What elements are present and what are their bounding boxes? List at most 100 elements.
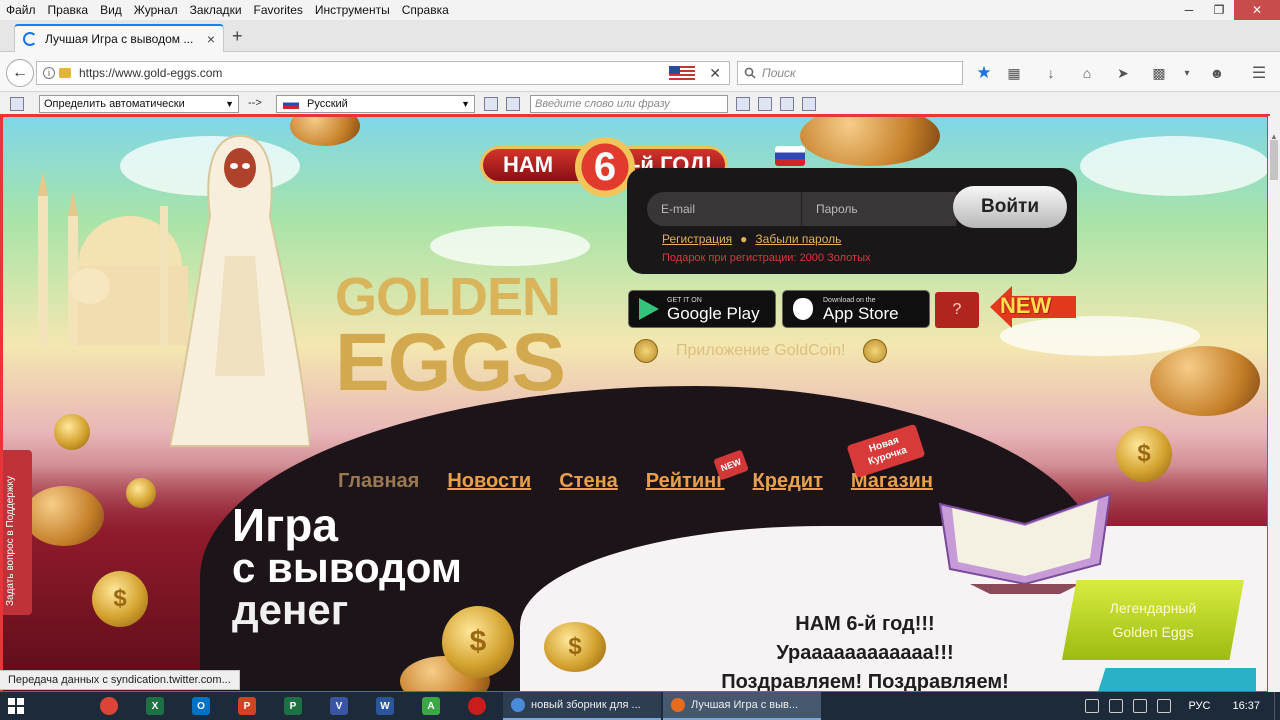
menu-file[interactable]: Файл (0, 0, 42, 20)
start-button[interactable] (8, 698, 24, 714)
hero-line-3: денег (232, 586, 349, 633)
minimize-button[interactable]: ─ (1174, 0, 1204, 20)
send-icon[interactable]: ➤ (1114, 64, 1132, 82)
chevron-down-icon: ▼ (225, 99, 234, 109)
gold-coin: $ (92, 571, 148, 627)
help-button[interactable]: ? (935, 292, 979, 328)
translate-input[interactable]: Введите слово или фразу (530, 95, 728, 113)
back-arrow-icon: ← (12, 64, 28, 81)
app-store-button[interactable]: Download on the App Store (782, 290, 930, 328)
app-icon[interactable]: A (422, 697, 440, 715)
us-flag-icon[interactable] (669, 66, 696, 80)
clear-url-icon[interactable]: ✕ (709, 65, 721, 82)
login-button[interactable]: Войти (953, 186, 1067, 228)
restore-button[interactable]: ❐ (1204, 0, 1234, 20)
bride-character (170, 134, 310, 447)
new-badge-text: NEW (1000, 293, 1052, 318)
visio-icon[interactable]: V (330, 697, 348, 715)
taskbar-window-1[interactable]: новый зборник для ... (503, 692, 661, 720)
show-desktop-button[interactable] (1274, 692, 1280, 720)
url-bar[interactable]: i https://www.gold-eggs.com ✕ (36, 61, 730, 85)
settings-icon[interactable] (780, 97, 794, 111)
tab-active[interactable]: Лучшая Игра с выводом ... × (14, 24, 224, 52)
menu-favorites[interactable]: Favorites (248, 0, 309, 20)
register-link[interactable]: Регистрация (662, 232, 732, 246)
password-field[interactable]: Пароль (802, 192, 957, 226)
word-icon[interactable]: W (376, 697, 394, 715)
nav-rating[interactable]: Рейтинг (646, 470, 725, 493)
goldcoin-promo[interactable]: Приложение GoldCoin! (634, 338, 888, 364)
google-play-button[interactable]: GET IT ON Google Play (628, 290, 776, 328)
menu-history[interactable]: Журнал (128, 0, 184, 20)
tab-bar: Лучшая Игра с выводом ... × + (0, 20, 1280, 52)
taskbar-window-2[interactable]: Лучшая Игра с выв... (663, 692, 821, 720)
chrome-icon[interactable] (100, 697, 118, 715)
target-language-select[interactable]: Русский ▼ (276, 95, 475, 113)
legend-line-2: Golden Eggs (1112, 624, 1194, 640)
nav-wall[interactable]: Стена (559, 470, 618, 493)
menu-bookmarks[interactable]: Закладки (184, 0, 248, 20)
outlook-icon[interactable]: O (192, 697, 210, 715)
url-text[interactable]: https://www.gold-eggs.com (79, 66, 669, 80)
nav-credit[interactable]: Кредит (753, 470, 823, 493)
keyboard-language[interactable]: РУС (1188, 700, 1210, 712)
scrollbar-track[interactable] (1268, 116, 1280, 692)
powerpoint-icon[interactable]: P (238, 697, 256, 715)
back-button[interactable]: ← (6, 59, 34, 87)
dictionary-icon[interactable] (506, 97, 520, 111)
email-field[interactable]: E-mail (647, 192, 802, 226)
opera-icon[interactable] (468, 697, 486, 715)
close-window-button[interactable]: ✕ (1234, 0, 1280, 20)
goldcoin-text: Приложение GoldCoin! (676, 342, 846, 359)
menu-icon[interactable]: ☰ (1250, 64, 1268, 82)
volume-icon[interactable] (1157, 699, 1172, 713)
search-bar[interactable]: Поиск (737, 61, 963, 85)
dropdown-icon[interactable]: ▾ (1178, 64, 1196, 82)
translator-logo-icon[interactable] (10, 97, 24, 111)
tab-close-icon[interactable]: × (207, 31, 215, 47)
firefox-icon (671, 698, 685, 712)
clipboard-icon[interactable] (758, 97, 772, 111)
star-icon[interactable]: ★ (975, 63, 993, 82)
excel-icon[interactable]: X (146, 697, 164, 715)
congrats-line-2: Ураааааааааааа!!! (776, 642, 954, 664)
scrollbar-thumb[interactable] (1270, 140, 1278, 180)
window-controls: ─ ❐ ✕ (1174, 0, 1280, 20)
cloud (430, 226, 590, 266)
gold-coin (126, 478, 156, 508)
menu-help[interactable]: Справка (396, 0, 455, 20)
target-language-value: Русский (307, 98, 348, 110)
menu-view[interactable]: Вид (94, 0, 128, 20)
options-icon[interactable] (802, 97, 816, 111)
nav-home[interactable]: Главная (338, 470, 419, 493)
teal-corner-badge[interactable] (1096, 668, 1256, 692)
hero-line-2: с выводом (232, 544, 462, 591)
tab-title: Лучшая Игра с выводом ... (45, 32, 194, 46)
avatar-icon[interactable]: ☻ (1208, 64, 1226, 82)
ru-flag-language-icon[interactable] (775, 146, 805, 166)
tray-app-icon[interactable] (1085, 699, 1100, 713)
extension-icon[interactable]: ▩ (1150, 64, 1168, 82)
new-tab-button[interactable]: + (232, 26, 243, 47)
clock[interactable]: 16:37 (1232, 700, 1260, 712)
app-store-label: App Store (823, 303, 899, 323)
translate-text-icon[interactable] (736, 97, 750, 111)
golden-egg (24, 486, 104, 546)
forgot-password-link[interactable]: Забыли пароль (755, 232, 841, 246)
insecure-lock-icon[interactable] (59, 68, 71, 78)
reading-list-icon[interactable]: ▦ (1005, 64, 1023, 82)
goldcoin-icon (863, 339, 888, 363)
info-icon[interactable]: i (43, 67, 55, 79)
menu-edit[interactable]: Правка (42, 0, 95, 20)
translate-page-icon[interactable] (484, 97, 498, 111)
home-icon[interactable]: ⌂ (1078, 64, 1096, 82)
download-icon[interactable]: ↓ (1042, 64, 1060, 82)
network-icon[interactable] (1133, 699, 1148, 713)
source-language-select[interactable]: Определить автоматически ▼ (39, 95, 239, 113)
menu-tools[interactable]: Инструменты (309, 0, 396, 20)
publisher-icon[interactable]: P (284, 697, 302, 715)
nav-news[interactable]: Новости (447, 470, 531, 493)
legendary-golden-eggs-badge[interactable]: Легендарный Golden Eggs (1062, 580, 1244, 660)
quran-book-illustration (938, 492, 1112, 594)
flag-icon[interactable] (1109, 699, 1124, 713)
